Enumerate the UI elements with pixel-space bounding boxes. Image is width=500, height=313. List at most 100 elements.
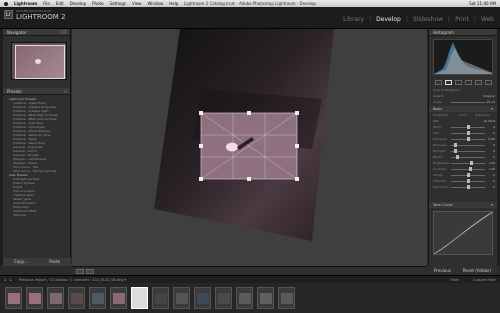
module-separator: | bbox=[448, 16, 451, 23]
crop-icon[interactable] bbox=[444, 80, 452, 85]
filmstrip-thumbnail[interactable] bbox=[47, 287, 64, 309]
histogram-graph bbox=[434, 42, 492, 74]
reset-button[interactable]: Reset (Adobe) bbox=[463, 266, 491, 275]
slider-track[interactable] bbox=[451, 163, 485, 164]
filmstrip-thumbnail[interactable] bbox=[131, 287, 148, 309]
loupe-view-icon[interactable] bbox=[76, 269, 84, 274]
preset-item[interactable]: stark bw bbox=[3, 213, 70, 217]
toolbar bbox=[72, 266, 427, 275]
presets-list: Lightroom Presets Creative - Aged Photo Cr… bbox=[3, 95, 70, 245]
thumbnail-image bbox=[71, 293, 83, 304]
slider-label: Brightness bbox=[433, 161, 449, 165]
clock: Sat 11:40 AM bbox=[469, 1, 496, 6]
slider-knob[interactable] bbox=[467, 179, 470, 183]
slider-knob[interactable] bbox=[467, 173, 470, 177]
compare-icon[interactable] bbox=[86, 269, 94, 274]
slider-knob[interactable] bbox=[467, 131, 470, 135]
crop-handle[interactable] bbox=[295, 111, 299, 115]
crop-handle[interactable] bbox=[247, 177, 251, 181]
slider-knob[interactable] bbox=[454, 143, 458, 147]
slider-label: Contrast bbox=[433, 167, 446, 171]
grid-icon[interactable] bbox=[434, 80, 442, 85]
thumbnail-image bbox=[239, 293, 251, 304]
previous-button[interactable]: Previous bbox=[434, 266, 451, 275]
spot-icon[interactable] bbox=[454, 80, 462, 85]
filmstrip-thumbnail[interactable] bbox=[194, 287, 211, 309]
redeye-icon[interactable] bbox=[464, 80, 472, 85]
slider-label: Temp bbox=[433, 125, 441, 129]
add-preset-button[interactable]: + bbox=[64, 88, 67, 95]
presets-header[interactable]: Presets + bbox=[3, 88, 70, 95]
slider-saturation[interactable]: Saturation 0 bbox=[429, 184, 497, 190]
angle-row[interactable]: Angle -19.12 bbox=[429, 99, 497, 105]
filmstrip-thumbnail[interactable] bbox=[68, 287, 85, 309]
window-title: Lightroom 2 Catalog.lrcat - Adobe Photos… bbox=[184, 1, 316, 6]
slider-knob[interactable] bbox=[467, 125, 470, 129]
filmstrip-thumbnail[interactable] bbox=[26, 287, 43, 309]
filmstrip-thumbnail[interactable] bbox=[257, 287, 274, 309]
navigator-preview[interactable] bbox=[11, 42, 67, 80]
angle-track[interactable] bbox=[451, 102, 485, 103]
gradient-icon[interactable] bbox=[474, 80, 482, 85]
crop-handle[interactable] bbox=[295, 144, 299, 148]
mac-menu-bar: Lightroom File Edit Develop Photo Settin… bbox=[0, 0, 500, 7]
image-canvas[interactable] bbox=[72, 29, 427, 266]
left-panel: Navigator FIT Presets + Lightroom Preset… bbox=[3, 29, 71, 266]
slider-knob[interactable] bbox=[467, 137, 470, 141]
navigator-header[interactable]: Navigator FIT bbox=[3, 29, 70, 36]
filmstrip-thumbnail[interactable] bbox=[236, 287, 253, 309]
filmstrip-thumbnail[interactable] bbox=[5, 287, 22, 309]
slider-label: Tint bbox=[433, 131, 439, 135]
crop-handle[interactable] bbox=[199, 177, 203, 181]
filmstrip-thumbnail[interactable] bbox=[215, 287, 232, 309]
tone-curve-graph[interactable] bbox=[433, 211, 494, 255]
navigator-title: Navigator bbox=[7, 30, 27, 35]
navigator-zoom[interactable]: FIT bbox=[61, 29, 67, 36]
basic-sliders: Temp 0 Tint 0 Exposure 0.00 Recovery 0 Fill Ligh… bbox=[429, 124, 497, 190]
filmstrip-thumbnail[interactable] bbox=[278, 287, 295, 309]
slider-label: Clarity bbox=[433, 173, 443, 177]
module-slideshow[interactable]: Slideshow bbox=[413, 16, 443, 23]
tone-curve-header[interactable]: Tone Curve ▾ bbox=[429, 202, 497, 208]
crop-handle[interactable] bbox=[247, 111, 251, 115]
histogram-header[interactable]: Histogram bbox=[429, 29, 497, 36]
navigator-subject bbox=[35, 59, 41, 64]
crop-handle[interactable] bbox=[199, 144, 203, 148]
filmstrip-thumbnail[interactable] bbox=[89, 287, 106, 309]
slider-knob[interactable] bbox=[455, 155, 459, 159]
slider-label: Recovery bbox=[433, 143, 447, 147]
module-web[interactable]: Web bbox=[481, 16, 494, 23]
nav-back-icon[interactable]: ◂ bbox=[4, 278, 6, 282]
filmstrip-source[interactable]: Previous Import / 15 photos / 1 selected… bbox=[19, 278, 127, 282]
slider-value[interactable]: 0 bbox=[493, 184, 495, 190]
aspect-label: Aspect bbox=[433, 94, 444, 98]
paste-button[interactable]: Paste bbox=[49, 258, 60, 266]
module-develop[interactable]: Develop bbox=[376, 16, 401, 23]
slider-knob[interactable] bbox=[467, 185, 470, 189]
copy-button[interactable]: Copy... bbox=[14, 258, 27, 266]
angle-value[interactable]: -19.12 bbox=[485, 99, 495, 105]
filmstrip-thumbnail[interactable] bbox=[173, 287, 190, 309]
module-library[interactable]: Library bbox=[343, 16, 364, 23]
nav-forward-icon[interactable]: ▸ bbox=[10, 278, 12, 282]
chevron-down-icon[interactable]: ▾ bbox=[491, 202, 493, 208]
brush-icon[interactable] bbox=[484, 80, 492, 85]
thumbnail-image bbox=[113, 293, 125, 304]
slider-knob[interactable] bbox=[470, 161, 474, 165]
histogram bbox=[433, 39, 493, 75]
crop-handle[interactable] bbox=[295, 177, 299, 181]
thumbnail-image bbox=[8, 293, 20, 304]
filmstrip-thumbnail[interactable] bbox=[110, 287, 127, 309]
histogram-title: Histogram bbox=[433, 30, 454, 35]
slider-knob[interactable] bbox=[454, 149, 458, 153]
crop-handle[interactable] bbox=[199, 111, 203, 115]
filmstrip-thumbnail[interactable] bbox=[152, 287, 169, 309]
photo-view bbox=[154, 29, 334, 241]
basic-title: Basic bbox=[433, 107, 443, 111]
thumbnail-image bbox=[260, 293, 272, 304]
angle-label: Angle bbox=[433, 100, 442, 104]
thumbnail-image bbox=[92, 293, 104, 304]
module-print[interactable]: Print bbox=[455, 16, 469, 23]
slider-knob[interactable] bbox=[468, 167, 472, 171]
thumbnail-image bbox=[176, 293, 188, 304]
